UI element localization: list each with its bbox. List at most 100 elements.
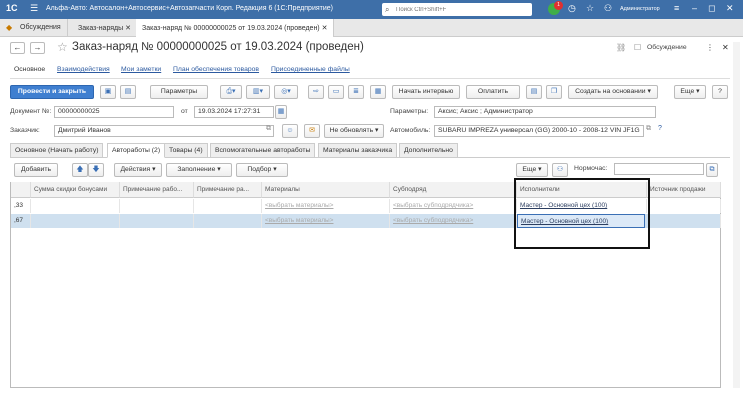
report-icon[interactable]: ▥▾: [246, 85, 270, 99]
cell-subcontract[interactable]: <выбрать субподрядчика>: [390, 199, 517, 213]
link-supply-plan[interactable]: План обеспечения товаров: [173, 66, 259, 73]
params-label: Параметры:: [390, 108, 429, 115]
history-icon[interactable]: ◷: [568, 3, 576, 14]
calendar-icon[interactable]: ▦: [275, 105, 287, 119]
post-icon[interactable]: ▤: [120, 85, 136, 99]
link-notes[interactable]: Мои заметки: [121, 66, 161, 73]
help-icon[interactable]: ?: [658, 125, 662, 132]
maximize-icon[interactable]: ◻: [708, 3, 715, 14]
cell-bonus[interactable]: [31, 199, 120, 213]
favorite-star-icon[interactable]: ☆: [57, 40, 68, 54]
cell-materials[interactable]: <выбрать материалы>: [262, 199, 390, 213]
customer-field[interactable]: Дмитрий Иванов: [54, 125, 274, 137]
attach-icon[interactable]: ◎▾: [274, 85, 298, 99]
tab-customer-materials[interactable]: Материалы заказчика: [318, 143, 398, 157]
more-menu-icon[interactable]: ⋮: [706, 43, 714, 52]
params-field[interactable]: Аксис; Аксис ; Администратор: [434, 106, 656, 118]
user-name[interactable]: Администратор: [620, 6, 660, 12]
move-down-icon[interactable]: 🡇: [88, 163, 104, 177]
global-search[interactable]: ⌕: [382, 3, 532, 16]
column-header-note2[interactable]: Примечание ра...: [194, 182, 262, 198]
cell-note2[interactable]: [194, 199, 262, 213]
cell-sale-source[interactable]: [647, 214, 721, 228]
cell-subcontract[interactable]: <выбрать субподрядчика>: [390, 214, 517, 228]
doc-number-field[interactable]: 00000000025: [54, 106, 174, 118]
cell-note2[interactable]: [194, 214, 262, 228]
receipt-icon[interactable]: ▤: [526, 85, 542, 99]
tab-main-start[interactable]: Основное (Начать работу): [10, 143, 104, 157]
pick-button[interactable]: Подбор ▾: [236, 163, 288, 177]
cell-work-note[interactable]: [120, 214, 194, 228]
grid-more-button[interactable]: Еще ▾: [516, 163, 548, 177]
vertical-scrollbar[interactable]: [733, 42, 740, 388]
link-attached-files[interactable]: Присоединенные файлы: [271, 66, 350, 73]
move-up-icon[interactable]: 🡅: [72, 163, 88, 177]
date-label: от: [181, 108, 188, 115]
calc-icon[interactable]: ▦: [370, 85, 386, 99]
link-main[interactable]: Основное: [14, 66, 45, 73]
print-icon[interactable]: ⎙▾: [220, 85, 242, 99]
close-icon[interactable]: ✕: [125, 25, 131, 32]
save-icon[interactable]: ▣: [100, 85, 116, 99]
favorites-icon[interactable]: ☆: [586, 3, 594, 14]
column-header-materials[interactable]: Материалы: [262, 182, 390, 198]
norm-hour-clear-icon[interactable]: ⧉: [706, 163, 718, 177]
menu-icon[interactable]: ☰: [30, 3, 38, 14]
list-icon[interactable]: ≣: [348, 85, 364, 99]
update-mode-select[interactable]: Не обновлять ▾: [324, 124, 384, 138]
cell-materials[interactable]: <выбрать материалы>: [262, 214, 390, 228]
cell-bonus[interactable]: [31, 214, 120, 228]
cell-sum[interactable]: ,33: [11, 199, 31, 213]
pay-button[interactable]: Оплатить: [466, 85, 520, 99]
minimize-icon[interactable]: –: [692, 3, 697, 13]
column-header-sale-source[interactable]: Источник продажи: [647, 182, 721, 198]
user-icon[interactable]: ⚇: [604, 3, 612, 14]
params-button[interactable]: Параметры: [150, 85, 208, 99]
tab-additional[interactable]: Дополнительно: [399, 143, 458, 157]
app-titlebar: 1С ☰ Альфа-Авто: Автосалон+Автосервис+Ав…: [0, 0, 743, 19]
column-header-subcontract[interactable]: Субподряд: [390, 182, 517, 198]
fill-button[interactable]: Заполнение ▾: [166, 163, 232, 177]
more-button[interactable]: Еще ▾: [674, 85, 706, 99]
forward-button[interactable]: →: [30, 42, 45, 54]
tab-discussions[interactable]: Обсуждения: [14, 19, 68, 37]
customer-card-icon[interactable]: ☺: [282, 124, 298, 138]
tab-current-order[interactable]: Заказ-наряд № 00000000025 от 19.03.2024 …: [136, 19, 335, 37]
link-icon[interactable]: ⛓: [616, 43, 626, 52]
document-icon[interactable]: ▭: [328, 85, 344, 99]
copy-icon[interactable]: ❐: [546, 85, 562, 99]
discussion-link[interactable]: Обсуждение: [647, 44, 687, 51]
open-link-icon[interactable]: ⧉: [266, 125, 271, 133]
discussion-icon[interactable]: ☐: [634, 43, 641, 52]
user-assign-icon[interactable]: ⚇: [552, 163, 568, 177]
help-button[interactable]: ?: [712, 85, 728, 99]
close-form-icon[interactable]: ✕: [722, 43, 729, 52]
open-car-icon[interactable]: ⧉: [646, 125, 651, 133]
message-icon[interactable]: ✉: [304, 124, 320, 138]
create-based-on-button[interactable]: Создать на основании ▾: [568, 85, 658, 99]
column-header-work-note[interactable]: Примечание рабо...: [120, 182, 194, 198]
goto-icon[interactable]: ⇨: [308, 85, 324, 99]
tab-work-orders[interactable]: Заказ-наряды ✕: [72, 19, 138, 37]
settings-icon[interactable]: ≡: [674, 3, 679, 13]
start-interview-button[interactable]: Начать интервью: [392, 85, 460, 99]
link-interactions[interactable]: Взаимодействия: [57, 66, 110, 73]
date-field[interactable]: 19.03.2024 17:27:31: [194, 106, 274, 118]
cell-work-note[interactable]: [120, 199, 194, 213]
add-row-button[interactable]: Добавить: [14, 163, 58, 177]
car-field[interactable]: SUBARU IMPREZA универсал (GG) 2000-10 - …: [434, 125, 644, 137]
tab-autoworks[interactable]: Автоработы (2): [107, 143, 166, 158]
column-header-number[interactable]: [11, 182, 31, 198]
cell-sale-source[interactable]: [647, 199, 721, 213]
tab-aux-works[interactable]: Вспомогательные автоработы: [210, 143, 316, 157]
column-header-bonus-discount[interactable]: Сумма скидки бонусами: [31, 182, 120, 198]
cell-sum[interactable]: ,67: [11, 214, 31, 228]
norm-hour-field[interactable]: [614, 163, 704, 175]
close-icon[interactable]: ✕: [322, 25, 328, 32]
close-icon[interactable]: ✕: [726, 3, 734, 14]
back-button[interactable]: ←: [10, 42, 25, 54]
search-input[interactable]: [396, 3, 526, 16]
actions-button[interactable]: Действия ▾: [114, 163, 162, 177]
tab-goods[interactable]: Товары (4): [164, 143, 208, 157]
post-and-close-button[interactable]: Провести и закрыть: [10, 85, 94, 99]
